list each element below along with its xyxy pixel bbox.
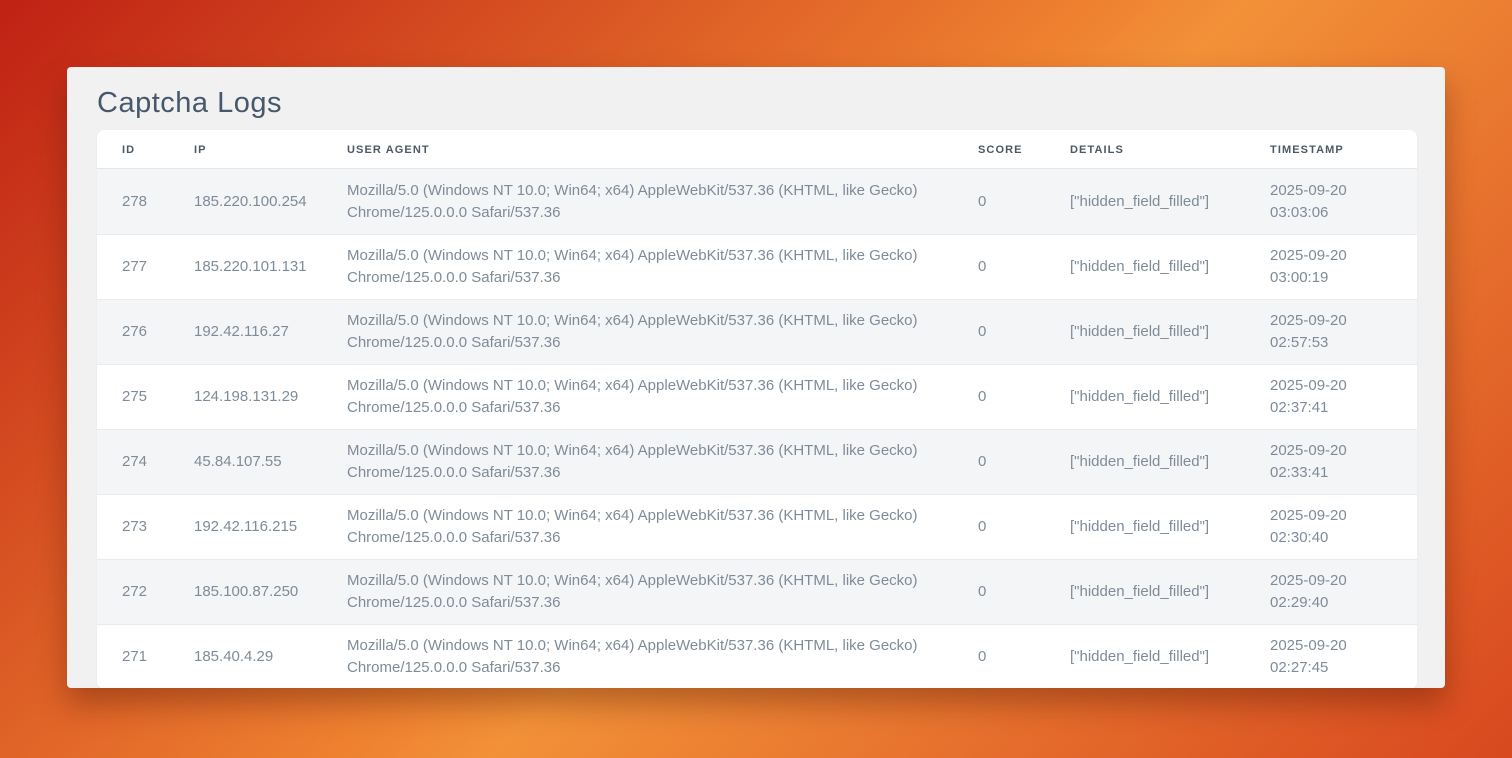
table-row: 272185.100.87.250Mozilla/5.0 (Windows NT… <box>97 559 1417 624</box>
cell-ip: 45.84.107.55 <box>194 429 347 494</box>
cell-timestamp: 2025-09-20 02:30:40 <box>1270 494 1417 559</box>
cell-details: ["hidden_field_filled"] <box>1070 234 1270 299</box>
cell-details: ["hidden_field_filled"] <box>1070 364 1270 429</box>
cell-ip: 185.40.4.29 <box>194 624 347 688</box>
column-header-user_agent: USER AGENT <box>347 130 978 169</box>
cell-user_agent: Mozilla/5.0 (Windows NT 10.0; Win64; x64… <box>347 169 978 234</box>
cell-id: 275 <box>97 364 194 429</box>
cell-score: 0 <box>978 429 1070 494</box>
cell-timestamp: 2025-09-20 02:57:53 <box>1270 299 1417 364</box>
cell-user_agent: Mozilla/5.0 (Windows NT 10.0; Win64; x64… <box>347 494 978 559</box>
captcha-logs-card: Captcha Logs IDIPUSER AGENTSCOREDETAILST… <box>67 67 1445 688</box>
column-header-score: SCORE <box>978 130 1070 169</box>
cell-score: 0 <box>978 234 1070 299</box>
table-row: 278185.220.100.254Mozilla/5.0 (Windows N… <box>97 169 1417 234</box>
table-body: 278185.220.100.254Mozilla/5.0 (Windows N… <box>97 169 1417 688</box>
cell-id: 278 <box>97 169 194 234</box>
cell-user_agent: Mozilla/5.0 (Windows NT 10.0; Win64; x64… <box>347 364 978 429</box>
cell-score: 0 <box>978 364 1070 429</box>
cell-user_agent: Mozilla/5.0 (Windows NT 10.0; Win64; x64… <box>347 299 978 364</box>
cell-user_agent: Mozilla/5.0 (Windows NT 10.0; Win64; x64… <box>347 429 978 494</box>
table-header: IDIPUSER AGENTSCOREDETAILSTIMESTAMP <box>97 130 1417 169</box>
cell-ip: 192.42.116.27 <box>194 299 347 364</box>
cell-id: 274 <box>97 429 194 494</box>
captcha-logs-table: IDIPUSER AGENTSCOREDETAILSTIMESTAMP 2781… <box>97 130 1417 688</box>
column-header-ip: IP <box>194 130 347 169</box>
cell-details: ["hidden_field_filled"] <box>1070 299 1270 364</box>
cell-id: 276 <box>97 299 194 364</box>
cell-details: ["hidden_field_filled"] <box>1070 429 1270 494</box>
table-row: 277185.220.101.131Mozilla/5.0 (Windows N… <box>97 234 1417 299</box>
cell-id: 272 <box>97 559 194 624</box>
cell-ip: 185.100.87.250 <box>194 559 347 624</box>
column-header-details: DETAILS <box>1070 130 1270 169</box>
cell-details: ["hidden_field_filled"] <box>1070 494 1270 559</box>
cell-timestamp: 2025-09-20 02:33:41 <box>1270 429 1417 494</box>
cell-user_agent: Mozilla/5.0 (Windows NT 10.0; Win64; x64… <box>347 624 978 688</box>
cell-score: 0 <box>978 624 1070 688</box>
cell-ip: 124.198.131.29 <box>194 364 347 429</box>
cell-details: ["hidden_field_filled"] <box>1070 624 1270 688</box>
cell-timestamp: 2025-09-20 02:29:40 <box>1270 559 1417 624</box>
cell-timestamp: 2025-09-20 02:27:45 <box>1270 624 1417 688</box>
cell-ip: 185.220.100.254 <box>194 169 347 234</box>
column-header-timestamp: TIMESTAMP <box>1270 130 1417 169</box>
cell-score: 0 <box>978 299 1070 364</box>
cell-details: ["hidden_field_filled"] <box>1070 559 1270 624</box>
table-header-row: IDIPUSER AGENTSCOREDETAILSTIMESTAMP <box>97 130 1417 169</box>
table-row: 276192.42.116.27Mozilla/5.0 (Windows NT … <box>97 299 1417 364</box>
cell-score: 0 <box>978 169 1070 234</box>
page-title: Captcha Logs <box>97 83 1415 123</box>
table-row: 27445.84.107.55Mozilla/5.0 (Windows NT 1… <box>97 429 1417 494</box>
cell-timestamp: 2025-09-20 03:00:19 <box>1270 234 1417 299</box>
cell-timestamp: 2025-09-20 03:03:06 <box>1270 169 1417 234</box>
cell-user_agent: Mozilla/5.0 (Windows NT 10.0; Win64; x64… <box>347 234 978 299</box>
cell-user_agent: Mozilla/5.0 (Windows NT 10.0; Win64; x64… <box>347 559 978 624</box>
column-header-id: ID <box>97 130 194 169</box>
cell-id: 273 <box>97 494 194 559</box>
cell-ip: 192.42.116.215 <box>194 494 347 559</box>
cell-score: 0 <box>978 559 1070 624</box>
table-row: 275124.198.131.29Mozilla/5.0 (Windows NT… <box>97 364 1417 429</box>
table-row: 273192.42.116.215Mozilla/5.0 (Windows NT… <box>97 494 1417 559</box>
cell-id: 277 <box>97 234 194 299</box>
cell-ip: 185.220.101.131 <box>194 234 347 299</box>
cell-id: 271 <box>97 624 194 688</box>
cell-timestamp: 2025-09-20 02:37:41 <box>1270 364 1417 429</box>
cell-details: ["hidden_field_filled"] <box>1070 169 1270 234</box>
table-row: 271185.40.4.29Mozilla/5.0 (Windows NT 10… <box>97 624 1417 688</box>
cell-score: 0 <box>978 494 1070 559</box>
